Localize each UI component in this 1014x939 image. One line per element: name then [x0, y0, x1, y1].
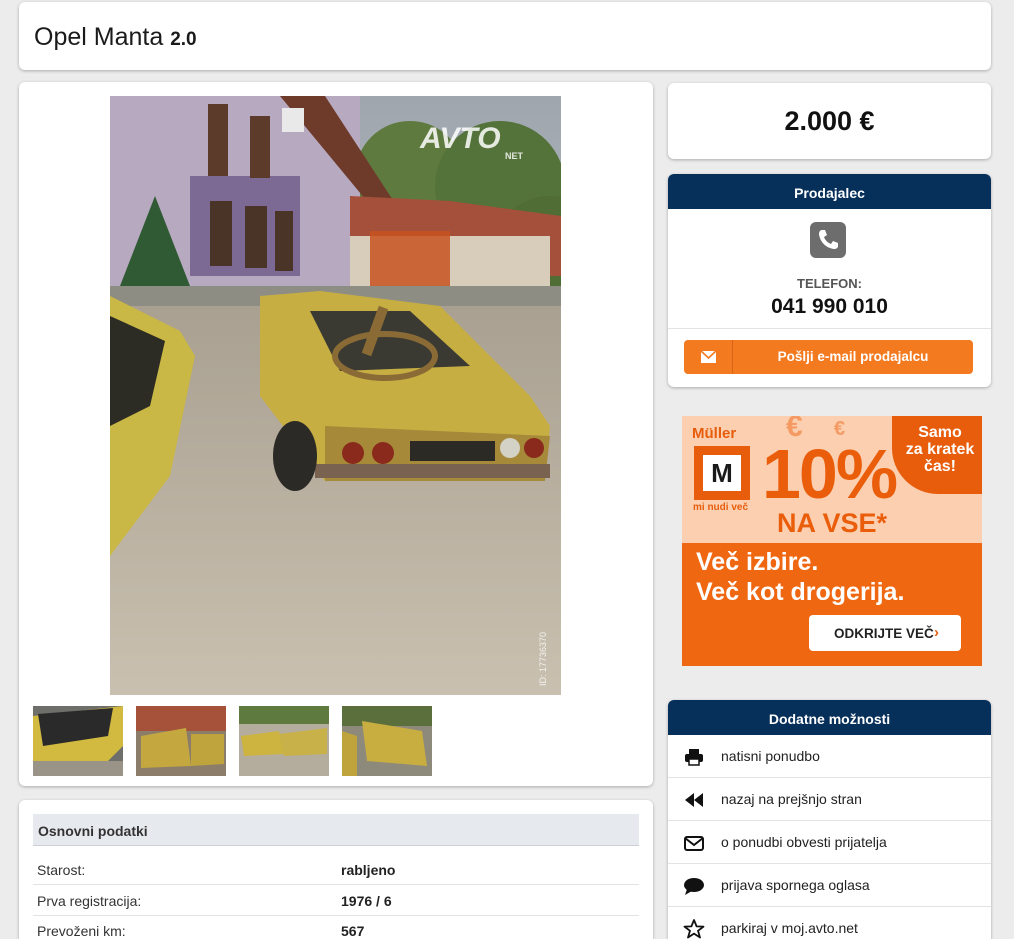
more-options-header: Dodatne možnosti [668, 700, 991, 735]
rewind-icon [683, 790, 705, 810]
seller-card: Prodajalec TELEFON: 041 990 010 Pošlji e… [668, 174, 991, 387]
option-back[interactable]: nazaj na prejšnjo stran [668, 778, 991, 821]
thumbnail-3[interactable] [239, 706, 329, 776]
mueller-logo: M [694, 446, 750, 500]
thumbnail-image [239, 706, 329, 776]
phone-number[interactable]: 041 990 010 [668, 295, 991, 319]
option-park[interactable]: parkiraj v moj.avto.net [668, 907, 991, 939]
chevron-right-icon: › [934, 624, 939, 641]
price-card: 2.000 € [668, 83, 991, 159]
basic-data-card: Osnovni podatki Starost: rabljeno Prva r… [19, 800, 653, 939]
gallery-card: AVTO NET ID: 17736370 [19, 82, 653, 786]
envelope-icon [683, 833, 705, 853]
phone-icon [810, 222, 846, 258]
data-row: Starost: rabljeno [33, 855, 639, 885]
ad-brand: Müller [692, 425, 737, 442]
option-label: o ponudbi obvesti prijatelja [721, 834, 887, 850]
mueller-ad-banner[interactable]: € € Müller M mi nudi več 10% NA VSE* Sam… [682, 416, 982, 666]
phone-label: TELEFON: [797, 276, 862, 291]
thumbnail-image [33, 706, 123, 776]
photo-id: ID: 17736370 [538, 632, 548, 686]
listing-engine: 2.0 [170, 29, 197, 50]
listing-model: Opel Manta [34, 23, 164, 51]
ad-headline-1: Več izbire. [696, 548, 819, 576]
option-print[interactable]: natisni ponudbo [668, 735, 991, 778]
data-row: Prevoženi km: 567 [33, 916, 639, 939]
star-icon [683, 919, 705, 939]
data-row: Prva registracija: 1976 / 6 [33, 886, 639, 916]
option-label: parkiraj v moj.avto.net [721, 920, 858, 936]
divider [668, 328, 991, 329]
thumbnail-image [342, 706, 432, 776]
car-photo-illustration: AVTO NET ID: 17736370 [110, 96, 561, 695]
watermark-suffix: NET [505, 151, 524, 161]
thumbnail-image [136, 706, 226, 776]
logo-letter: M [703, 455, 741, 491]
data-value: rabljeno [341, 862, 396, 878]
badge-line: za kratek [905, 441, 975, 458]
thumbnail-2[interactable] [136, 706, 226, 776]
ad-headline-2: Več kot drogerija. [696, 578, 905, 606]
main-photo[interactable]: AVTO NET ID: 17736370 [110, 96, 561, 695]
option-label: nazaj na prejšnjo stran [721, 791, 862, 807]
basic-data-header: Osnovni podatki [33, 814, 639, 846]
envelope-icon [684, 340, 733, 374]
badge-line: čas! [923, 458, 957, 475]
ad-cta-label: ODKRIJTE VEČ [834, 626, 934, 641]
price: 2.000 € [784, 106, 875, 136]
ad-cta-button[interactable]: ODKRIJTE VEČ › [809, 615, 961, 651]
data-label: Starost: [37, 862, 86, 878]
data-label: Prevoženi km: [37, 923, 126, 939]
data-value: 567 [341, 923, 365, 939]
email-seller-label: Pošlji e-mail prodajalcu [777, 349, 929, 364]
printer-icon [683, 747, 705, 767]
title-card: Opel Manta 2.0 [19, 2, 991, 70]
email-seller-button[interactable]: Pošlji e-mail prodajalcu [684, 340, 973, 374]
more-options-card: Dodatne možnosti natisni ponudbo nazaj n… [668, 700, 991, 939]
option-label: natisni ponudbo [721, 748, 820, 764]
option-label: prijava spornega oglasa [721, 877, 870, 893]
option-notify-friend[interactable]: o ponudbi obvesti prijatelja [668, 821, 991, 864]
ad-tagline: mi nudi več [693, 502, 749, 513]
comment-icon [683, 876, 705, 896]
listing-title: Opel Manta 2.0 [34, 23, 197, 52]
thumbnail-4[interactable] [342, 706, 432, 776]
thumbnail-1[interactable] [33, 706, 123, 776]
option-report-ad[interactable]: prijava spornega oglasa [668, 864, 991, 907]
badge-line: Samo [918, 424, 962, 441]
watermark-text: AVTO [419, 122, 501, 155]
seller-header: Prodajalec [668, 174, 991, 209]
data-label: Prva registracija: [37, 893, 142, 909]
ad-badge: Samo za kratek čas! [902, 424, 978, 475]
ad-discount-sub: NA VSE* [777, 508, 888, 538]
data-value: 1976 / 6 [341, 893, 392, 909]
ad-discount: 10% [762, 435, 898, 513]
